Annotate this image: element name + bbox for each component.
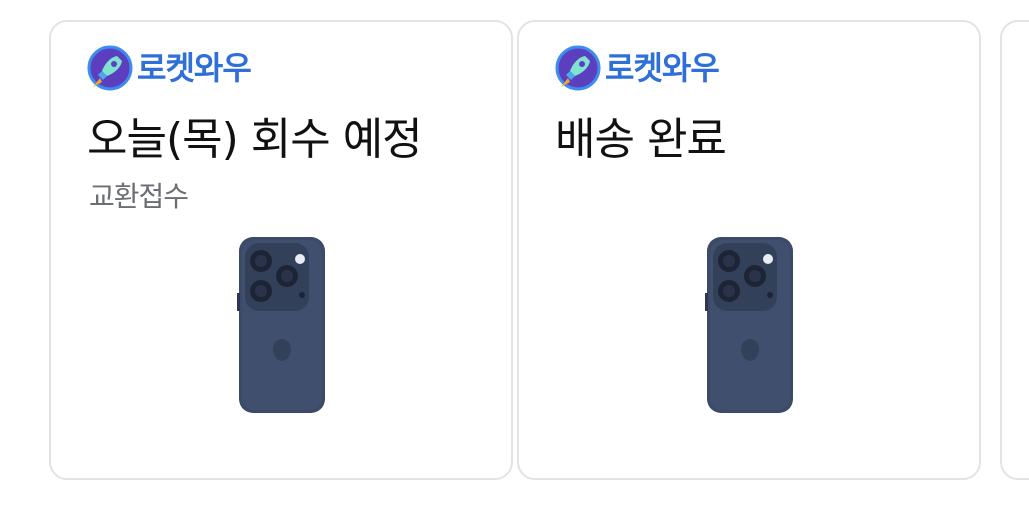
phone-product-image [237,235,327,415]
rocket-wow-badge: 로켓와우 [87,44,252,92]
sub-status: 교환접수 [89,180,189,213]
phone-product-image [705,235,795,415]
order-card-3[interactable] [1000,20,1029,480]
brand-label: 로켓와우 [137,49,252,87]
brand-label: 로켓와우 [605,49,720,87]
order-card-carousel: 로켓와우 오늘(목) 회수 예정 교환접수 로켓와우 배송 완료 [0,0,1029,528]
delivery-status: 배송 완료 [555,114,727,165]
rocket-icon [555,45,601,91]
order-card-2[interactable]: 로켓와우 배송 완료 [517,20,981,480]
rocket-icon [87,45,133,91]
order-card-1[interactable]: 로켓와우 오늘(목) 회수 예정 교환접수 [49,20,513,480]
delivery-status: 오늘(목) 회수 예정 [87,114,423,165]
rocket-wow-badge: 로켓와우 [555,44,720,92]
